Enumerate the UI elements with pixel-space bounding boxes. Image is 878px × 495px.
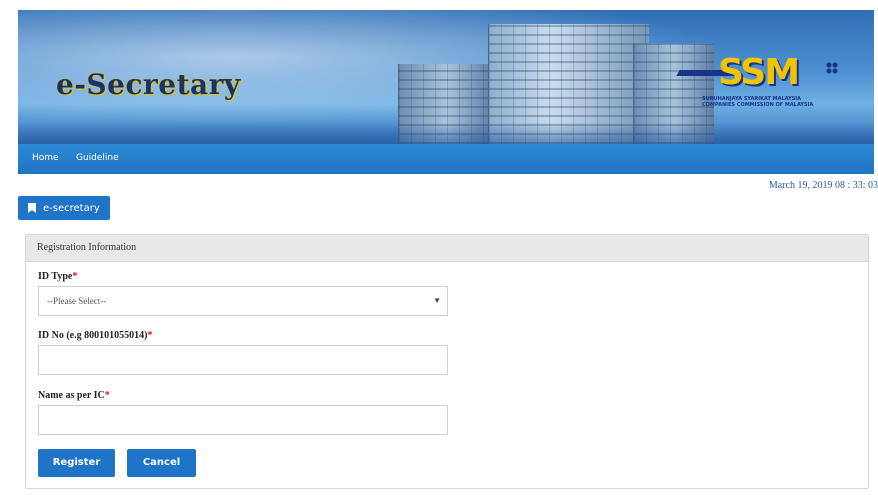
id-type-label: ID Type* xyxy=(38,271,78,282)
cancel-button[interactable]: Cancel xyxy=(127,449,196,477)
chevron-down-icon: ▼ xyxy=(433,296,441,305)
nav-guideline[interactable]: Guideline xyxy=(76,153,119,163)
required-marker: * xyxy=(147,330,153,341)
ssm-wordmark: SSM xyxy=(718,52,800,93)
register-button[interactable]: Register xyxy=(38,449,115,477)
current-datetime: March 19, 2019 08 : 33: 03 xyxy=(768,180,878,191)
id-no-input[interactable] xyxy=(38,345,448,375)
panel-title: Registration Information xyxy=(26,235,868,262)
e-secretary-logo: e-Secretary xyxy=(54,68,241,101)
id-no-label: ID No (e.g 800101055014)* xyxy=(38,330,153,341)
header-banner: e-Secretary SSM SURUHANJAYA SYARIKAT MAL… xyxy=(18,10,874,144)
ssm-caption: SURUHANJAYA SYARIKAT MALAYSIA COMPANIES … xyxy=(702,96,814,108)
banner-ground xyxy=(18,122,874,144)
registration-panel: Registration Information ID Type* --Plea… xyxy=(25,234,869,489)
id-type-selected: --Please Select-- xyxy=(47,296,107,306)
top-nav: Home Guideline xyxy=(18,144,874,174)
required-marker: * xyxy=(72,271,78,282)
breadcrumb-chip[interactable]: e-secretary xyxy=(18,196,110,220)
name-label: Name as per IC* xyxy=(38,390,110,401)
ssm-dots xyxy=(826,62,838,74)
nav-home[interactable]: Home xyxy=(32,153,59,163)
ssm-logo: SSM SURUHANJAYA SYARIKAT MALAYSIA COMPAN… xyxy=(676,52,848,122)
id-type-select[interactable]: --Please Select-- ▼ xyxy=(38,286,448,316)
breadcrumb-label: e-secretary xyxy=(43,202,100,214)
required-marker: * xyxy=(104,390,110,401)
app-name: e-Secretary xyxy=(56,68,241,101)
bookmark-icon xyxy=(28,203,36,213)
name-input[interactable] xyxy=(38,405,448,435)
